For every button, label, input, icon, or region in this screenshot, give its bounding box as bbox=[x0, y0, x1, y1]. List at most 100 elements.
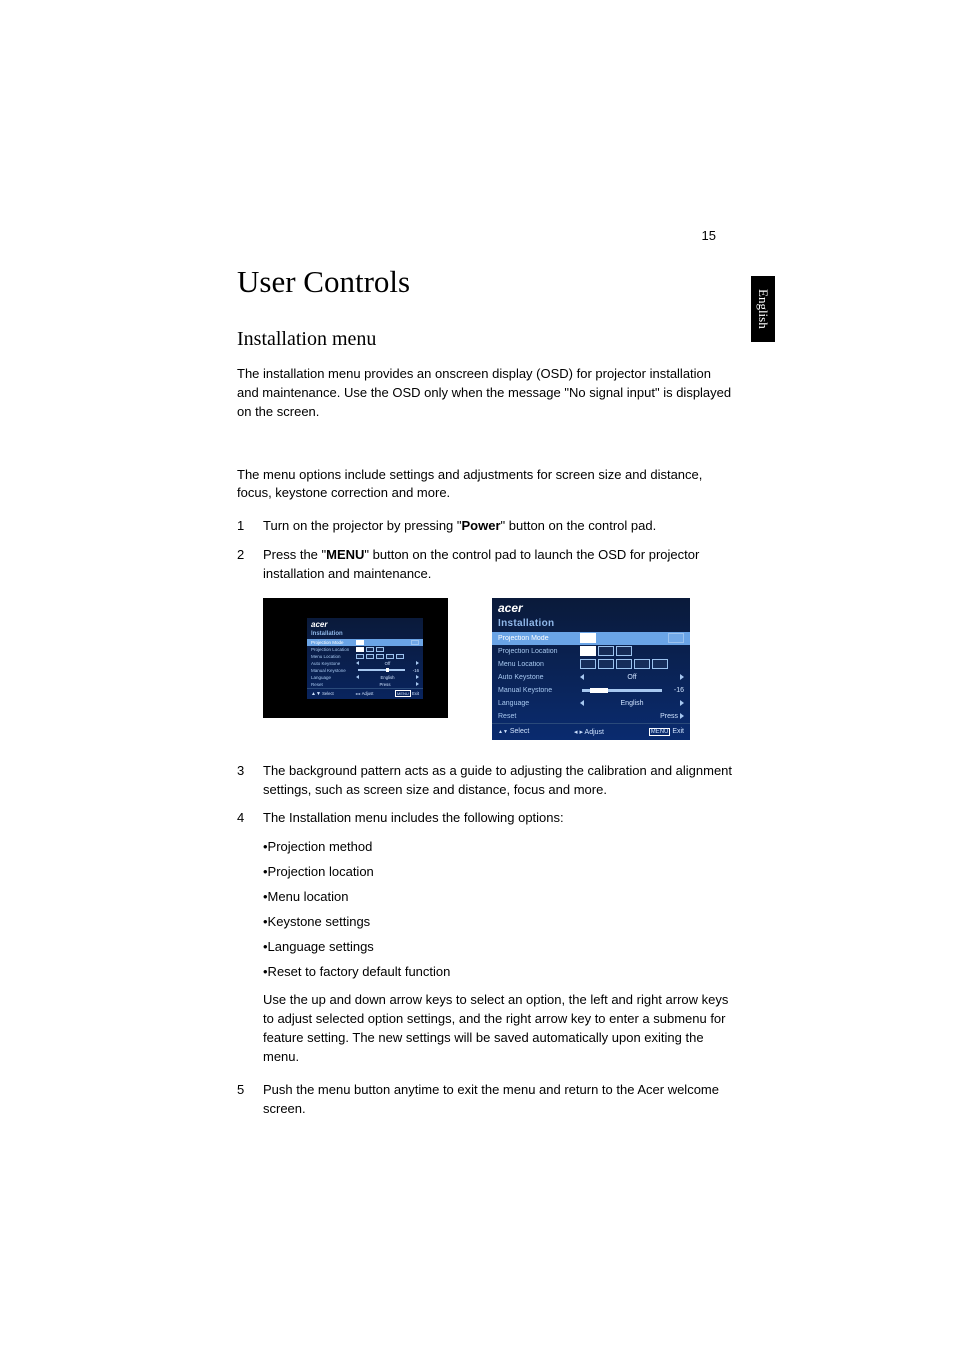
footer-text: Exit bbox=[672, 728, 684, 735]
leftright-icon: ◂ ▸ bbox=[574, 729, 583, 736]
osd-label: Manual Keystone bbox=[311, 668, 353, 673]
menu-icon: MENU bbox=[649, 728, 671, 736]
arrow-right-icon bbox=[680, 713, 684, 719]
arrow-right-icon bbox=[416, 675, 419, 679]
position-icon bbox=[356, 654, 364, 659]
position-icon bbox=[652, 659, 668, 669]
osd-label: Projection Location bbox=[311, 647, 353, 652]
position-icon bbox=[580, 659, 596, 669]
projector-icon bbox=[356, 640, 364, 645]
arrow-right-icon bbox=[680, 700, 684, 706]
osd-row-projection-location: Projection Location bbox=[307, 646, 423, 653]
text: Turn on the projector by pressing " bbox=[263, 518, 462, 533]
menu-icon: MENU bbox=[395, 690, 411, 697]
position-icon bbox=[366, 654, 374, 659]
osd-label: Projection Location bbox=[498, 648, 576, 655]
osd-value: Press bbox=[660, 713, 678, 720]
step-number: 2 bbox=[237, 546, 249, 584]
step-body: The background pattern acts as a guide t… bbox=[263, 762, 735, 800]
step-body: Turn on the projector by pressing "Power… bbox=[263, 517, 735, 536]
location-icon bbox=[356, 647, 364, 652]
osd-row-manual-keystone: Manual Keystone -16 bbox=[307, 667, 423, 674]
osd-row-manual-keystone: Manual Keystone -16 bbox=[492, 684, 690, 697]
step-number: 5 bbox=[237, 1081, 249, 1119]
osd-row-projection-location: Projection Location bbox=[492, 645, 690, 658]
osd-label: Manual Keystone bbox=[498, 687, 576, 694]
position-icon bbox=[634, 659, 650, 669]
step-body: Press the "MENU" button on the control p… bbox=[263, 546, 735, 584]
step-body: The Installation menu includes the follo… bbox=[263, 809, 735, 828]
osd-label: Auto Keystone bbox=[311, 661, 353, 666]
bullet-item: •Projection method bbox=[263, 838, 735, 857]
arrow-right-icon bbox=[416, 682, 419, 686]
osd-row-menu-location: Menu Location bbox=[307, 653, 423, 660]
location-icon bbox=[580, 646, 596, 656]
step-number: 1 bbox=[237, 517, 249, 536]
bullet-item: •Reset to factory default function bbox=[263, 963, 735, 982]
page-number: 15 bbox=[702, 228, 716, 243]
osd-value: Off bbox=[361, 661, 414, 666]
osd-row-projection-mode: Projection Mode bbox=[492, 632, 690, 645]
osd-value: -16 bbox=[666, 687, 684, 694]
updown-icon: ▲▼ bbox=[498, 729, 508, 735]
osd-large: acer Installation Projection Mode Projec… bbox=[492, 598, 690, 740]
osd-value: Off bbox=[586, 674, 678, 681]
arrow-left-icon bbox=[356, 661, 359, 665]
osd-row-language: Language English bbox=[492, 697, 690, 710]
leftright-icon: ◂ ▸ bbox=[355, 691, 360, 696]
osd-label: Menu Location bbox=[311, 654, 353, 659]
bullet-item: •Projection location bbox=[263, 863, 735, 882]
intro-paragraph: The installation menu provides an onscre… bbox=[237, 365, 735, 422]
step-number: 4 bbox=[237, 809, 249, 828]
step-5: 5 Push the menu button anytime to exit t… bbox=[237, 1081, 735, 1119]
osd-row-menu-location: Menu Location bbox=[492, 658, 690, 671]
osd-row-reset: Reset Press bbox=[307, 681, 423, 688]
paragraph: The menu options include settings and ad… bbox=[237, 466, 735, 504]
osd-label: Reset bbox=[311, 682, 353, 687]
osd-label: Menu Location bbox=[498, 661, 576, 668]
text: Press the " bbox=[263, 547, 326, 562]
position-icon bbox=[376, 654, 384, 659]
arrow-left-icon bbox=[580, 700, 584, 706]
osd-footer: ▲▼ Select ◂ ▸ Adjust MENU Exit bbox=[307, 688, 423, 699]
position-icon bbox=[396, 654, 404, 659]
osd-brand: acer bbox=[307, 618, 423, 631]
projector-icon bbox=[411, 640, 419, 645]
bullet-item: •Keystone settings bbox=[263, 913, 735, 932]
arrow-keys-paragraph: Use the up and down arrow keys to select… bbox=[263, 991, 735, 1066]
osd-row-language: Language English bbox=[307, 674, 423, 681]
step-body: Push the menu button anytime to exit the… bbox=[263, 1081, 735, 1119]
osd-value: English bbox=[361, 675, 414, 680]
osd-value: English bbox=[586, 700, 678, 707]
osd-value: Press bbox=[356, 682, 414, 687]
position-icon bbox=[598, 659, 614, 669]
osd-row-projection-mode: Projection Mode bbox=[307, 639, 423, 646]
page-title: User Controls bbox=[237, 264, 735, 300]
footer-text: Adjust bbox=[585, 729, 604, 736]
slider-bar bbox=[358, 669, 405, 671]
location-icon bbox=[366, 647, 374, 652]
location-icon bbox=[376, 647, 384, 652]
osd-small: acer Installation Projection Mode Projec… bbox=[263, 598, 448, 718]
osd-label: Language bbox=[498, 700, 576, 707]
text: " button on the control pad. bbox=[501, 518, 657, 533]
bold-text: MENU bbox=[326, 547, 364, 562]
position-icon bbox=[386, 654, 394, 659]
projector-icon bbox=[668, 633, 684, 643]
footer-text: Select bbox=[322, 691, 334, 696]
section-title: Installation menu bbox=[237, 328, 735, 351]
page-content: User Controls Installation menu The inst… bbox=[237, 264, 735, 1128]
projector-icon bbox=[580, 633, 596, 643]
step-1: 1 Turn on the projector by pressing "Pow… bbox=[237, 517, 735, 536]
osd-screenshots: acer Installation Projection Mode Projec… bbox=[263, 598, 735, 740]
osd-label: Reset bbox=[498, 713, 576, 720]
arrow-right-icon bbox=[416, 661, 419, 665]
osd-footer: ▲▼ Select ◂ ▸ Adjust MENU Exit bbox=[492, 723, 690, 740]
footer-text: Select bbox=[510, 728, 529, 735]
footer-text: Adjust bbox=[362, 691, 374, 696]
location-icon bbox=[598, 646, 614, 656]
footer-text: Exit bbox=[412, 691, 419, 696]
slider-bar bbox=[582, 689, 662, 692]
step-2: 2 Press the "MENU" button on the control… bbox=[237, 546, 735, 584]
osd-brand: acer bbox=[492, 598, 690, 618]
